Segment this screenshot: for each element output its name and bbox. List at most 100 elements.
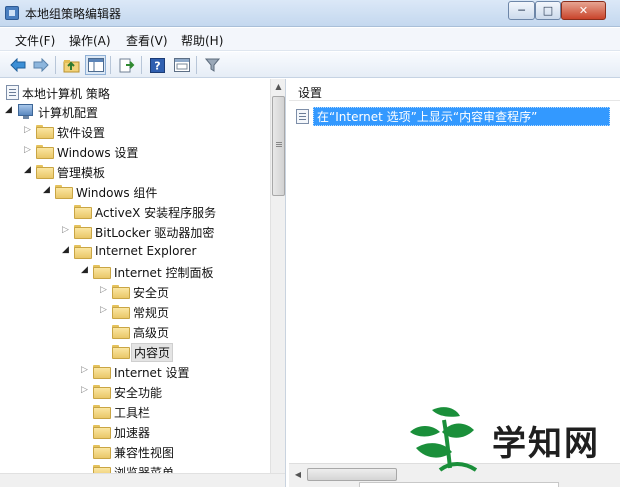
tree-item-general-page[interactable]: ▷ 常规页: [0, 301, 270, 321]
tree-item-software-settings[interactable]: ▷ 软件设置: [0, 121, 270, 141]
tree-item-bitlocker[interactable]: ▷ BitLocker 驱动器加密: [0, 221, 270, 241]
tree-item-label: 安全功能: [114, 386, 163, 400]
window-title: 本地组策略编辑器: [25, 7, 122, 21]
tree-item-security-features[interactable]: ▷ 安全功能: [0, 381, 270, 401]
tree-item-label: 工具栏: [114, 406, 151, 420]
collapsed-triangle-icon[interactable]: ▷: [62, 225, 70, 235]
tree-item-windows-settings[interactable]: ▷ Windows 设置: [0, 141, 270, 161]
folder-icon: [112, 345, 130, 359]
tree-item-label: 兼容性视图: [114, 446, 175, 460]
tree-item-computer-config[interactable]: ◢ 计算机配置: [0, 101, 270, 121]
folder-icon: [74, 225, 92, 239]
folder-icon: [93, 265, 111, 279]
help-icon[interactable]: ?: [147, 55, 168, 75]
tree-root[interactable]: 本地计算机 策略: [0, 82, 270, 102]
tree-item-admin-templates[interactable]: ◢ 管理模板: [0, 161, 270, 181]
tree-item-label: 软件设置: [57, 126, 106, 140]
scrollbar-thumb[interactable]: [307, 468, 397, 481]
tree-item-internet-explorer[interactable]: ◢ Internet Explorer: [0, 241, 270, 261]
tree-item-toolbars[interactable]: 工具栏: [0, 401, 270, 421]
maximize-button[interactable]: □: [535, 1, 561, 20]
svg-text:?: ?: [154, 59, 160, 72]
tree-item-label: Internet 设置: [114, 366, 190, 380]
collapsed-triangle-icon[interactable]: ▷: [100, 285, 108, 295]
expanded-triangle-icon[interactable]: ◢: [43, 185, 51, 195]
tree-horizontal-scrollbar[interactable]: [0, 473, 285, 487]
tree-item-label: Internet 控制面板: [114, 266, 214, 280]
scroll-left-arrow-icon[interactable]: ◀: [291, 468, 305, 482]
console-tree-pane: 本地计算机 策略 ◢ 计算机配置 ▷ 软件设置 ▷ Windows 设置 ◢ 管…: [0, 79, 286, 487]
tree-item-windows-components[interactable]: ◢ Windows 组件: [0, 181, 270, 201]
toolbar: ?: [0, 52, 620, 78]
toolbar-separator: [196, 56, 197, 74]
scroll-up-arrow-icon[interactable]: ▲: [271, 79, 285, 95]
folder-icon: [93, 365, 111, 379]
collapsed-triangle-icon[interactable]: ▷: [100, 305, 108, 315]
folder-icon: [55, 185, 73, 199]
tree-item-accelerators[interactable]: 加速器: [0, 421, 270, 441]
folder-icon: [93, 405, 111, 419]
menu-bar: 文件(F) 操作(A) 查看(V) 帮助(H): [0, 28, 620, 51]
collapsed-triangle-icon[interactable]: ▷: [24, 125, 32, 135]
toolbar-separator: [55, 56, 56, 74]
title-bar: 本地组策略编辑器 ─ □ ✕: [0, 0, 620, 27]
properties-icon[interactable]: [171, 55, 192, 75]
tree-item-internet-control-panel[interactable]: ◢ Internet 控制面板: [0, 261, 270, 281]
tree-item-label: ActiveX 安装程序服务: [95, 206, 217, 220]
tree-item-content-page[interactable]: 内容页: [0, 341, 270, 362]
expanded-triangle-icon[interactable]: ◢: [81, 265, 89, 275]
collapsed-triangle-icon[interactable]: ▷: [81, 365, 89, 375]
filter-icon[interactable]: [202, 55, 223, 75]
tree-item-advanced-page[interactable]: 高级页: [0, 321, 270, 341]
up-folder-icon[interactable]: [61, 55, 82, 75]
tree-item-activex[interactable]: ActiveX 安装程序服务: [0, 201, 270, 221]
expanded-triangle-icon[interactable]: ◢: [62, 245, 70, 255]
computer-icon: [18, 104, 33, 119]
tree-item-internet-settings[interactable]: ▷ Internet 设置: [0, 361, 270, 381]
export-list-icon[interactable]: [116, 55, 137, 75]
folder-icon: [36, 165, 54, 179]
folder-icon: [112, 285, 130, 299]
folder-icon: [36, 125, 54, 139]
collapsed-triangle-icon[interactable]: ▷: [81, 385, 89, 395]
back-arrow-icon[interactable]: [7, 55, 28, 75]
close-button[interactable]: ✕: [561, 1, 606, 20]
site-watermark: 学知网: [404, 402, 614, 474]
view-tabs-strip[interactable]: [359, 482, 559, 487]
toolbar-separator: [110, 56, 111, 74]
menu-action[interactable]: 操作(A): [69, 32, 111, 49]
menu-file[interactable]: 文件(F): [15, 32, 55, 49]
settings-row-text: 在“Internet 选项”上显示“内容审查程序”: [313, 107, 610, 126]
tree-item-compat-view[interactable]: 兼容性视图: [0, 441, 270, 461]
scrollbar-thumb[interactable]: [272, 96, 285, 196]
tree-item-label: 计算机配置: [38, 106, 99, 120]
tree-item-label: Windows 设置: [57, 146, 139, 160]
group-policy-app-icon: [5, 6, 19, 20]
tree-item-label: 高级页: [133, 326, 170, 340]
show-hide-tree-icon[interactable]: [85, 55, 106, 75]
folder-icon: [74, 205, 92, 219]
menu-help[interactable]: 帮助(H): [181, 32, 223, 49]
toolbar-separator: [141, 56, 142, 74]
menu-view[interactable]: 查看(V): [126, 32, 168, 49]
settings-column-header[interactable]: 设置: [289, 79, 620, 101]
tree-vertical-scrollbar[interactable]: ▲: [270, 79, 285, 473]
tree-item-label: 加速器: [114, 426, 151, 440]
policy-setting-icon: [296, 109, 309, 124]
tree-item-label: 管理模板: [57, 166, 106, 180]
tree-root-label: 本地计算机 策略: [22, 87, 110, 101]
minimize-button[interactable]: ─: [508, 1, 535, 20]
folder-icon: [112, 305, 130, 319]
collapsed-triangle-icon[interactable]: ▷: [24, 145, 32, 155]
policy-document-icon: [6, 85, 19, 100]
folder-icon: [36, 145, 54, 159]
tree-item-label: BitLocker 驱动器加密: [95, 226, 215, 240]
folder-icon: [93, 385, 111, 399]
forward-arrow-icon[interactable]: [30, 55, 51, 75]
watermark-text: 学知网: [492, 424, 600, 464]
expanded-triangle-icon[interactable]: ◢: [24, 165, 32, 175]
expanded-triangle-icon[interactable]: ◢: [5, 105, 13, 115]
folder-icon: [74, 245, 92, 259]
settings-row-selected[interactable]: 在“Internet 选项”上显示“内容审查程序”: [296, 107, 610, 126]
tree-item-security-page[interactable]: ▷ 安全页: [0, 281, 270, 301]
